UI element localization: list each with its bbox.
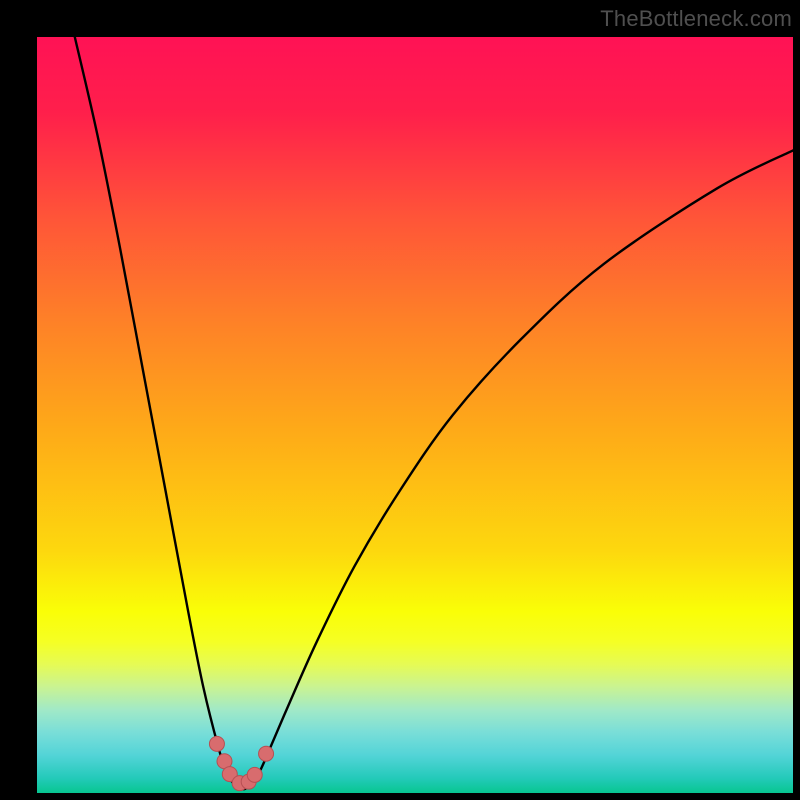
chart-svg (37, 37, 793, 793)
curve-marker (247, 767, 262, 782)
watermark-text: TheBottleneck.com (600, 6, 792, 32)
chart-frame: TheBottleneck.com (0, 0, 800, 800)
bottleneck-curve-path (75, 37, 793, 789)
curve-marker (259, 746, 274, 761)
curve-marker (209, 736, 224, 751)
